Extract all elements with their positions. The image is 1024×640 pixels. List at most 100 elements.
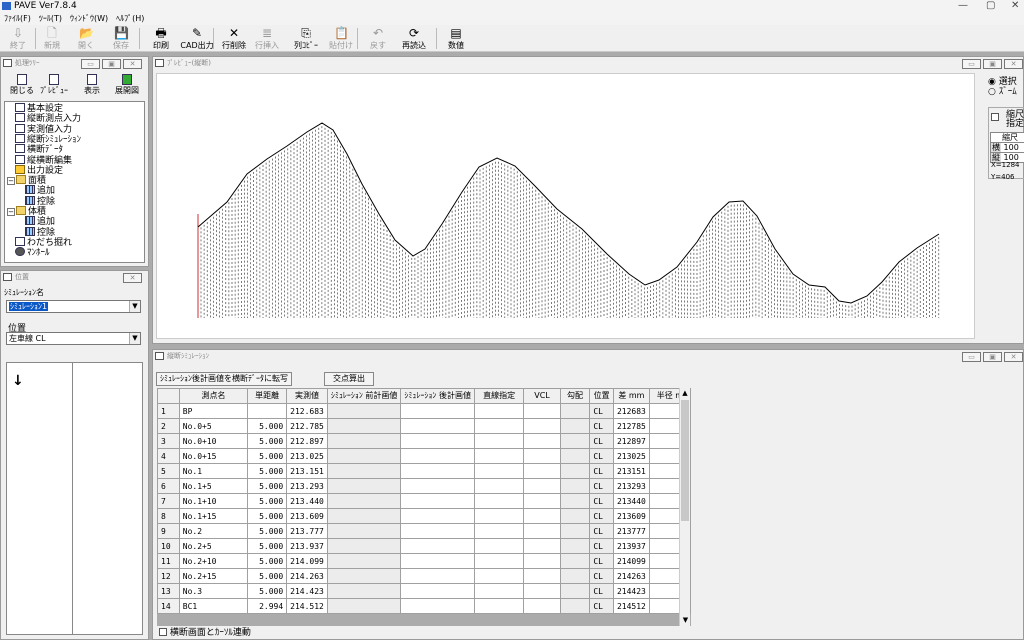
cell-pre-plan[interactable] xyxy=(326,478,402,494)
scrollbar-thumb[interactable] xyxy=(681,400,689,521)
tree-item[interactable]: ﾏﾝﾎｰﾙ xyxy=(15,247,50,258)
cell-diff[interactable]: 212785 xyxy=(612,418,650,434)
cell-post-plan[interactable] xyxy=(400,523,475,539)
preview-close-button[interactable]: ✕ xyxy=(1004,59,1023,69)
cell-diff[interactable]: 212897 xyxy=(612,433,650,449)
toolbar-button-exit[interactable]: ⇩ 終了 xyxy=(4,26,32,51)
toolbar-button-numeric[interactable]: ▤ 数値 xyxy=(442,26,470,51)
toolbar-button-copy-column[interactable]: ⎘ 列ｺﾋﾟｰ xyxy=(290,26,322,51)
table-row[interactable]: 13 No.3 5.000 214.423 CL 214423 xyxy=(157,583,691,599)
cell-diff[interactable]: 214099 xyxy=(612,553,650,569)
cell-grade[interactable] xyxy=(559,433,591,449)
cell-straight[interactable] xyxy=(473,553,525,569)
table-row[interactable]: 3 No.0+10 5.000 212.897 CL 212897 xyxy=(157,433,691,449)
cell-grade[interactable] xyxy=(559,598,591,614)
cell-measured[interactable]: 214.099 xyxy=(286,553,328,569)
mode-zoom-radio[interactable]: ○ ｽﾞｰﾑ xyxy=(988,87,1017,97)
table-row[interactable]: 4 No.0+15 5.000 213.025 CL 213025 xyxy=(157,448,691,464)
cell-grade[interactable] xyxy=(559,448,591,464)
cell-straight[interactable] xyxy=(473,523,525,539)
toolbar-button-undo[interactable]: ↶ 戻す xyxy=(366,26,390,51)
cell-vcl[interactable] xyxy=(523,463,561,479)
cell-distance[interactable]: 5.000 xyxy=(247,418,288,434)
table-row[interactable]: 2 No.0+5 5.000 212.785 CL 212785 xyxy=(157,418,691,434)
cell-station[interactable]: BP xyxy=(178,403,249,419)
tree-button-2[interactable]: 表示 xyxy=(75,73,109,98)
cell-pre-plan[interactable] xyxy=(326,553,402,569)
tree-button-3[interactable]: 展開図 xyxy=(110,73,144,98)
cell-station[interactable]: No.2 xyxy=(178,523,249,539)
cell-post-plan[interactable] xyxy=(400,448,475,464)
tree-minimize-button[interactable]: ▭ xyxy=(81,59,100,69)
preview-restore-button[interactable]: ▣ xyxy=(983,59,1002,69)
cell-straight[interactable] xyxy=(473,418,525,434)
cursor-link-checkbox[interactable] xyxy=(159,628,167,636)
cell-distance[interactable]: 5.000 xyxy=(247,493,288,509)
position-close-button[interactable]: ✕ xyxy=(123,273,142,283)
menu-window[interactable]: ｳｨﾝﾄﾞｳ(W) xyxy=(66,12,112,25)
position-view[interactable]: ↓ xyxy=(6,362,143,635)
cell-vcl[interactable] xyxy=(523,478,561,494)
cell-measured[interactable]: 213.293 xyxy=(286,478,328,494)
cell-station[interactable]: No.1 xyxy=(178,463,249,479)
cell-distance[interactable]: 5.000 xyxy=(247,523,288,539)
cell-station[interactable]: No.2+10 xyxy=(178,553,249,569)
cell-grade[interactable] xyxy=(559,583,591,599)
tree-button-0[interactable]: 閉じる xyxy=(5,73,39,98)
cell-station[interactable]: No.1+10 xyxy=(178,493,249,509)
cell-diff[interactable]: 213440 xyxy=(612,493,650,509)
cell-grade[interactable] xyxy=(559,538,591,554)
scroll-down-icon[interactable]: ▼ xyxy=(680,615,691,626)
table-row[interactable]: 6 No.1+5 5.000 213.293 CL 213293 xyxy=(157,478,691,494)
cell-pre-plan[interactable] xyxy=(326,523,402,539)
cell-diff[interactable]: 213609 xyxy=(612,508,650,524)
simulation-name-select[interactable]: ｼﾐｭﾚｰｼｮﾝ1 ▼ xyxy=(6,300,141,313)
cell-station[interactable]: No.1+5 xyxy=(178,478,249,494)
cell-measured[interactable]: 214.423 xyxy=(286,583,328,599)
cell-measured[interactable]: 212.897 xyxy=(286,433,328,449)
cell-diff[interactable]: 214263 xyxy=(612,568,650,584)
cell-pre-plan[interactable] xyxy=(326,463,402,479)
cell-straight[interactable] xyxy=(473,568,525,584)
cell-position[interactable]: CL xyxy=(589,568,614,584)
cell-distance[interactable]: 5.000 xyxy=(247,538,288,554)
cell-measured[interactable]: 213.151 xyxy=(286,463,328,479)
cell-post-plan[interactable] xyxy=(400,553,475,569)
cell-station[interactable]: No.1+15 xyxy=(178,508,249,524)
cell-diff[interactable]: 212683 xyxy=(612,403,650,419)
cell-position[interactable]: CL xyxy=(589,598,614,614)
cell-grade[interactable] xyxy=(559,493,591,509)
cell-vcl[interactable] xyxy=(523,418,561,434)
collapse-toggle-icon[interactable]: − xyxy=(7,177,15,186)
table-row[interactable]: 14 BC1 2.994 214.512 CL 214512 xyxy=(157,598,691,614)
grid-vertical-scrollbar[interactable]: ▲ ▼ xyxy=(679,388,690,626)
cell-diff[interactable]: 213151 xyxy=(612,463,650,479)
table-row[interactable]: 11 No.2+10 5.000 214.099 CL 214099 xyxy=(157,553,691,569)
cell-vcl[interactable] xyxy=(523,568,561,584)
cell-position[interactable]: CL xyxy=(589,553,614,569)
table-row[interactable]: 5 No.1 5.000 213.151 CL 213151 xyxy=(157,463,691,479)
tree-button-1[interactable]: ﾌﾟﾚﾋﾞｭｰ xyxy=(37,73,71,98)
intersection-button[interactable]: 交点算出 xyxy=(324,372,374,386)
cell-vcl[interactable] xyxy=(523,508,561,524)
cell-straight[interactable] xyxy=(473,448,525,464)
toolbar-button-cad-output[interactable]: ✎ CAD出力 xyxy=(180,26,214,51)
cell-distance[interactable]: 5.000 xyxy=(247,448,288,464)
cell-distance[interactable]: 5.000 xyxy=(247,478,288,494)
cell-diff[interactable]: 214423 xyxy=(612,583,650,599)
cell-pre-plan[interactable] xyxy=(326,598,402,614)
toolbar-button-save[interactable]: 💾 保存 xyxy=(107,26,135,51)
profile-canvas[interactable] xyxy=(156,73,975,339)
restore-button[interactable]: ▢ xyxy=(986,0,995,12)
collapse-toggle-icon[interactable]: − xyxy=(7,208,15,216)
cell-measured[interactable]: 213.609 xyxy=(286,508,328,524)
preview-minimize-button[interactable]: ▭ xyxy=(962,59,981,69)
cell-vcl[interactable] xyxy=(523,583,561,599)
cell-distance[interactable]: 5.000 xyxy=(247,583,288,599)
cell-distance[interactable]: 2.994 xyxy=(247,598,288,614)
cell-pre-plan[interactable] xyxy=(326,448,402,464)
cell-distance[interactable] xyxy=(247,403,288,419)
cell-post-plan[interactable] xyxy=(400,403,475,419)
cell-vcl[interactable] xyxy=(523,553,561,569)
cell-distance[interactable]: 5.000 xyxy=(247,508,288,524)
